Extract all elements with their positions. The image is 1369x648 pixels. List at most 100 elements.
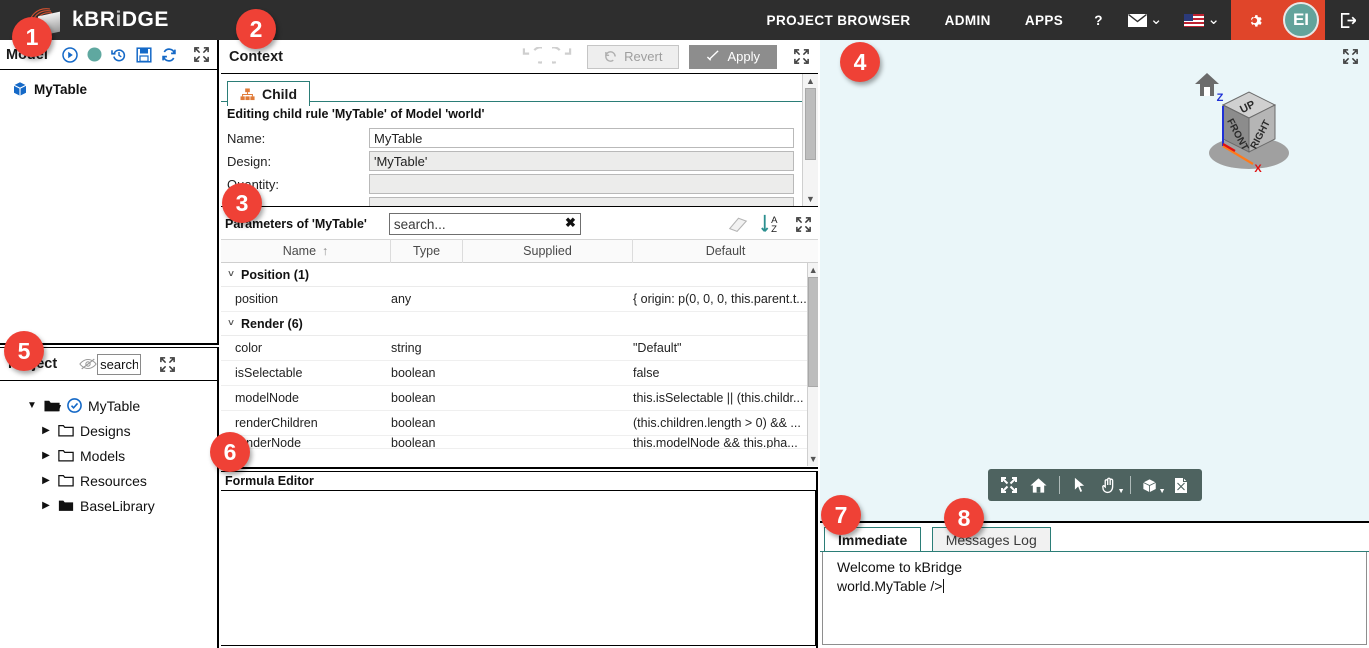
set-field[interactable] bbox=[369, 197, 794, 206]
formula-editor-input[interactable] bbox=[221, 491, 816, 646]
project-tree-item-models[interactable]: ▶ Models bbox=[26, 443, 217, 468]
nav-apps[interactable]: APPS bbox=[1008, 0, 1080, 40]
cell-supplied bbox=[463, 411, 633, 435]
cell-default: (this.children.length > 0) && ... bbox=[633, 416, 801, 430]
select-cursor-icon[interactable] bbox=[1066, 472, 1094, 498]
project-tree-item-designs[interactable]: ▶ Designs bbox=[26, 418, 217, 443]
table-row[interactable]: renderChildren boolean (this.children.le… bbox=[221, 411, 807, 436]
caret-right-icon[interactable]: ▶ bbox=[40, 500, 52, 511]
project-tree-item-resources[interactable]: ▶ Resources bbox=[26, 468, 217, 493]
column-header-type[interactable]: Type bbox=[391, 239, 463, 263]
pan-hand-icon[interactable]: ▼ bbox=[1096, 472, 1125, 498]
sort-az-icon[interactable]: A Z bbox=[760, 214, 784, 234]
scroll-thumb[interactable] bbox=[807, 277, 818, 387]
top-nav-items: PROJECT BROWSER ADMIN APPS ? ⌄ ⌄ EI bbox=[750, 0, 1369, 40]
envelope-icon bbox=[1127, 13, 1147, 27]
undo-icon[interactable] bbox=[521, 47, 543, 66]
project-tree-label: BaseLibrary bbox=[80, 497, 155, 514]
logout-button[interactable] bbox=[1325, 0, 1369, 40]
model-tree-item-mytable[interactable]: MyTable bbox=[12, 78, 217, 100]
help-button[interactable]: ? bbox=[1080, 0, 1117, 40]
dropdown-caret-icon[interactable]: ▼ bbox=[1118, 488, 1125, 495]
column-header-default[interactable]: Default bbox=[633, 239, 818, 263]
tab-child[interactable]: Child bbox=[227, 81, 310, 106]
design-field[interactable] bbox=[369, 151, 794, 171]
avatar: EI bbox=[1283, 2, 1319, 38]
table-row[interactable]: modelNode boolean this.isSelectable || (… bbox=[221, 386, 807, 411]
caret-right-icon[interactable]: ▶ bbox=[40, 425, 52, 436]
caret-down-icon[interactable]: ˅ bbox=[221, 318, 241, 329]
eye-slash-icon[interactable] bbox=[79, 357, 97, 371]
caret-down-icon[interactable]: ▼ bbox=[26, 400, 38, 411]
column-header-name[interactable]: Name ↑ bbox=[221, 239, 391, 263]
context-panel-title: Context bbox=[229, 48, 283, 65]
scroll-down-arrow-icon[interactable]: ▼ bbox=[809, 454, 818, 464]
parameters-table-header: Name ↑ Type Supplied Default bbox=[221, 239, 818, 263]
user-avatar-button[interactable]: EI bbox=[1277, 0, 1325, 40]
divider bbox=[1129, 476, 1131, 494]
expand-icon[interactable] bbox=[1342, 48, 1359, 70]
home-icon[interactable] bbox=[1025, 472, 1053, 498]
caret-down-icon[interactable]: ˅ bbox=[221, 269, 241, 280]
scroll-thumb[interactable] bbox=[805, 88, 816, 160]
eraser-icon[interactable] bbox=[727, 216, 749, 232]
fit-to-window-icon[interactable] bbox=[995, 472, 1023, 498]
caret-right-icon[interactable]: ▶ bbox=[40, 450, 52, 461]
nav-project-browser[interactable]: PROJECT BROWSER bbox=[750, 0, 928, 40]
apply-button[interactable]: Apply bbox=[689, 44, 777, 69]
display-mode-icon[interactable]: ▼ bbox=[1137, 472, 1166, 498]
parameters-search-input[interactable] bbox=[388, 213, 581, 235]
play-icon[interactable] bbox=[62, 46, 78, 63]
console-line-input[interactable]: world.MyTable /> bbox=[837, 577, 1366, 596]
console-output[interactable]: Welcome to kBridge world.MyTable /> bbox=[822, 552, 1367, 645]
svg-text:X: X bbox=[1254, 163, 1262, 175]
scroll-up-arrow-icon[interactable]: ▲ bbox=[806, 76, 815, 86]
view-cube[interactable]: UP FRONT RIGHT Z X bbox=[1177, 60, 1307, 190]
table-row[interactable]: isSelectable boolean false bbox=[221, 361, 807, 386]
caret-right-icon[interactable]: ▶ bbox=[40, 475, 52, 486]
expand-icon[interactable] bbox=[795, 216, 812, 233]
nav-admin[interactable]: ADMIN bbox=[928, 0, 1008, 40]
3d-viewport[interactable]: UP FRONT RIGHT Z X ▼ ▼ bbox=[820, 40, 1369, 523]
project-search-input[interactable] bbox=[97, 353, 142, 375]
redo-icon[interactable] bbox=[552, 47, 573, 66]
group-row-render[interactable]: ˅ Render (6) bbox=[221, 312, 807, 336]
context-panel-header: Context Revert Apply bbox=[221, 40, 818, 74]
settings-button[interactable] bbox=[1231, 0, 1277, 40]
cell-name: color bbox=[235, 341, 263, 355]
parameters-scrollbar[interactable]: ▲ ▼ bbox=[806, 263, 818, 466]
project-tree-label: MyTable bbox=[88, 397, 141, 414]
save-icon[interactable] bbox=[136, 46, 152, 63]
export-pdf-icon[interactable] bbox=[1167, 472, 1195, 498]
callout-badge-5: 5 bbox=[4, 331, 44, 371]
revert-button[interactable]: Revert bbox=[587, 44, 680, 69]
group-row-position[interactable]: ˅ Position (1) bbox=[221, 263, 807, 287]
scroll-up-arrow-icon[interactable]: ▲ bbox=[809, 265, 818, 275]
formula-editor-panel: Formula Editor bbox=[221, 471, 818, 648]
table-row[interactable]: color string "Default" bbox=[221, 336, 807, 361]
expand-icon[interactable] bbox=[159, 356, 176, 373]
status-circle-icon[interactable] bbox=[87, 47, 102, 62]
table-row[interactable]: renderNode boolean this.modelNode && thi… bbox=[221, 436, 807, 449]
refresh-icon[interactable] bbox=[161, 47, 177, 63]
name-field[interactable] bbox=[369, 128, 794, 148]
logout-icon bbox=[1340, 12, 1356, 28]
history-icon[interactable] bbox=[111, 47, 127, 63]
messages-menu[interactable]: ⌄ bbox=[1117, 0, 1174, 40]
folder-solid-icon bbox=[58, 500, 74, 511]
quantity-field[interactable] bbox=[369, 174, 794, 194]
expand-icon[interactable] bbox=[193, 46, 210, 63]
expand-icon[interactable] bbox=[793, 48, 810, 65]
model-panel: Model bbox=[0, 40, 219, 345]
project-tree-item-baselibrary[interactable]: ▶ BaseLibrary bbox=[26, 493, 217, 518]
language-menu[interactable]: ⌄ bbox=[1173, 0, 1231, 40]
scroll-down-arrow-icon[interactable]: ▼ bbox=[806, 194, 815, 204]
dropdown-caret-icon[interactable]: ▼ bbox=[1159, 488, 1166, 495]
sort-asc-icon: ↑ bbox=[322, 244, 329, 258]
context-scrollbar[interactable]: ▲ ▼ bbox=[802, 74, 818, 206]
clear-x-icon[interactable]: ✖ bbox=[565, 215, 576, 231]
column-header-supplied[interactable]: Supplied bbox=[463, 239, 633, 263]
cell-type: boolean bbox=[391, 391, 436, 405]
table-row[interactable]: position any { origin: p(0, 0, 0, this.p… bbox=[221, 287, 807, 312]
project-tree-item-mytable[interactable]: ▼ MyTable bbox=[26, 393, 217, 418]
